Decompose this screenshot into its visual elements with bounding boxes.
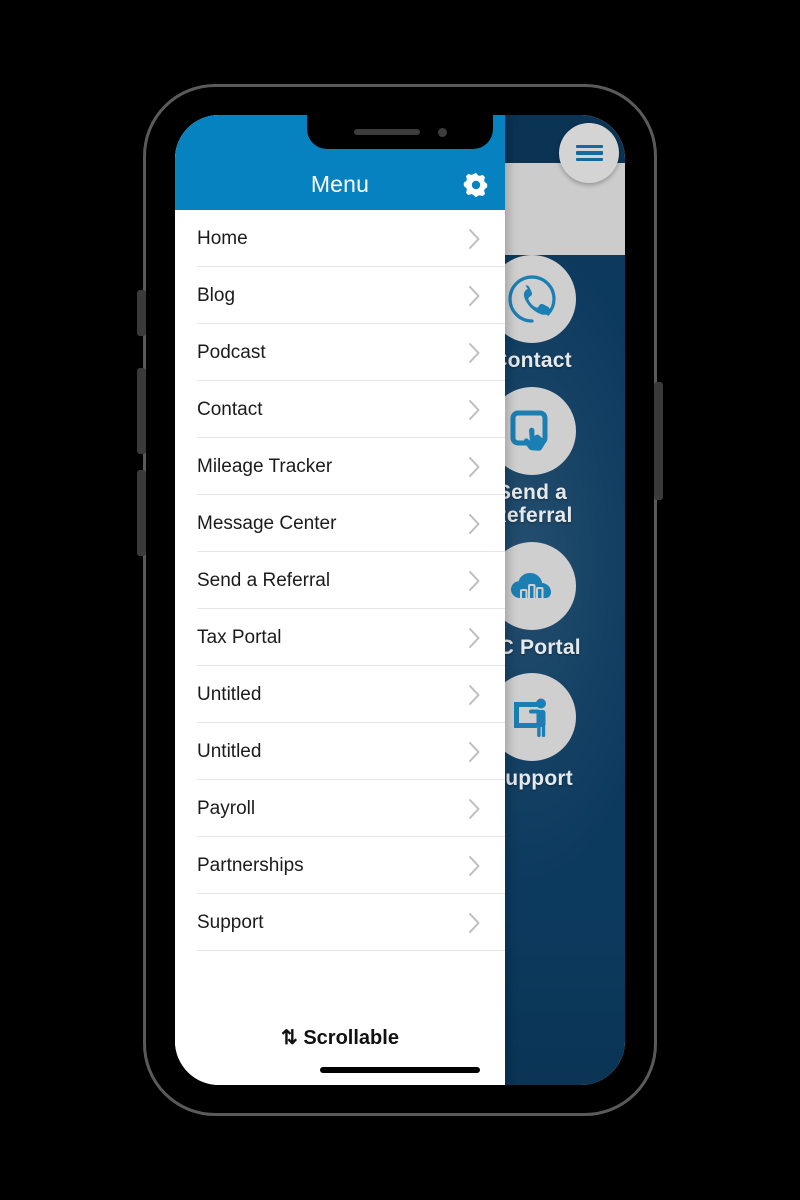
menu-item-label: Contact bbox=[197, 398, 263, 420]
menu-item-label: Podcast bbox=[197, 341, 266, 363]
menu-item-label: Send a Referral bbox=[197, 569, 331, 591]
hamburger-bar-2 bbox=[575, 151, 603, 155]
menu-item-label: Partnerships bbox=[197, 854, 304, 876]
menu-item-label: Home bbox=[197, 227, 248, 249]
menu-item-podcast[interactable]: Podcast bbox=[175, 324, 505, 381]
menu-item-label: Untitled bbox=[197, 740, 262, 762]
volume-down-button[interactable] bbox=[137, 470, 146, 556]
mute-switch-button[interactable] bbox=[137, 290, 146, 336]
scroll-hint-text: ⇅ Scrollable bbox=[281, 1026, 399, 1049]
menu-item-home[interactable]: Home bbox=[175, 210, 505, 267]
menu-item-support[interactable]: Support bbox=[175, 894, 505, 951]
menu-item-mileage-tracker[interactable]: Mileage Tracker bbox=[175, 438, 505, 495]
speaker-grille-icon bbox=[353, 129, 420, 135]
hamburger-bar-1 bbox=[575, 144, 603, 149]
hamburger-icon bbox=[575, 141, 603, 164]
menu-item-blog[interactable]: Blog bbox=[175, 267, 505, 324]
chevron-right-icon bbox=[468, 855, 481, 877]
menu-title: Menu bbox=[310, 171, 370, 197]
hamburger-bar-3 bbox=[575, 157, 603, 162]
slide-over-menu-panel: Menu Home Blog Podcast Contact Mileage Track… bbox=[175, 115, 505, 1085]
menu-item-label: Untitled bbox=[197, 683, 262, 705]
chevron-right-icon bbox=[468, 741, 481, 763]
menu-item-label: Blog bbox=[197, 284, 236, 306]
menu-item-label: Message Center bbox=[197, 512, 337, 534]
chevron-right-icon bbox=[468, 798, 481, 820]
menu-item-label: Support bbox=[197, 911, 264, 933]
chevron-right-icon bbox=[468, 684, 481, 706]
phone-notch bbox=[307, 115, 493, 149]
menu-item-label: Payroll bbox=[197, 797, 256, 819]
hamburger-menu-button[interactable] bbox=[559, 123, 619, 183]
menu-item-contact[interactable]: Contact bbox=[175, 381, 505, 438]
menu-item-tax-portal[interactable]: Tax Portal bbox=[175, 609, 505, 666]
phone-screen: Contact Send a Referral CC Portal Suppor… bbox=[175, 115, 625, 1085]
chevron-right-icon bbox=[468, 285, 481, 307]
menu-item-send-a-referral[interactable]: Send a Referral bbox=[175, 552, 505, 609]
menu-item-partnerships[interactable]: Partnerships bbox=[175, 837, 505, 894]
volume-up-button[interactable] bbox=[137, 368, 146, 454]
menu-item-payroll[interactable]: Payroll bbox=[175, 780, 505, 837]
chevron-right-icon bbox=[468, 513, 481, 535]
chevron-right-icon bbox=[468, 342, 481, 364]
menu-item-label: Tax Portal bbox=[197, 626, 282, 648]
menu-item-untitled[interactable]: Untitled bbox=[175, 666, 505, 723]
power-button[interactable] bbox=[654, 382, 663, 500]
menu-item-label: Mileage Tracker bbox=[197, 455, 333, 477]
front-camera-icon bbox=[437, 127, 447, 137]
menu-item-untitled[interactable]: Untitled bbox=[175, 723, 505, 780]
chevron-right-icon bbox=[468, 456, 481, 478]
menu-item-list[interactable]: Home Blog Podcast Contact Mileage Tracker Mes… bbox=[175, 210, 505, 989]
home-indicator[interactable] bbox=[320, 1067, 480, 1073]
chevron-right-icon bbox=[468, 570, 481, 592]
chevron-right-icon bbox=[468, 399, 481, 421]
screenshot-stage: Contact Send a Referral CC Portal Suppor… bbox=[0, 0, 800, 1200]
chevron-right-icon bbox=[468, 627, 481, 649]
menu-item-message-center[interactable]: Message Center bbox=[175, 495, 505, 552]
chevron-right-icon bbox=[468, 912, 481, 934]
chevron-right-icon bbox=[468, 228, 481, 250]
gear-icon[interactable] bbox=[461, 170, 491, 200]
